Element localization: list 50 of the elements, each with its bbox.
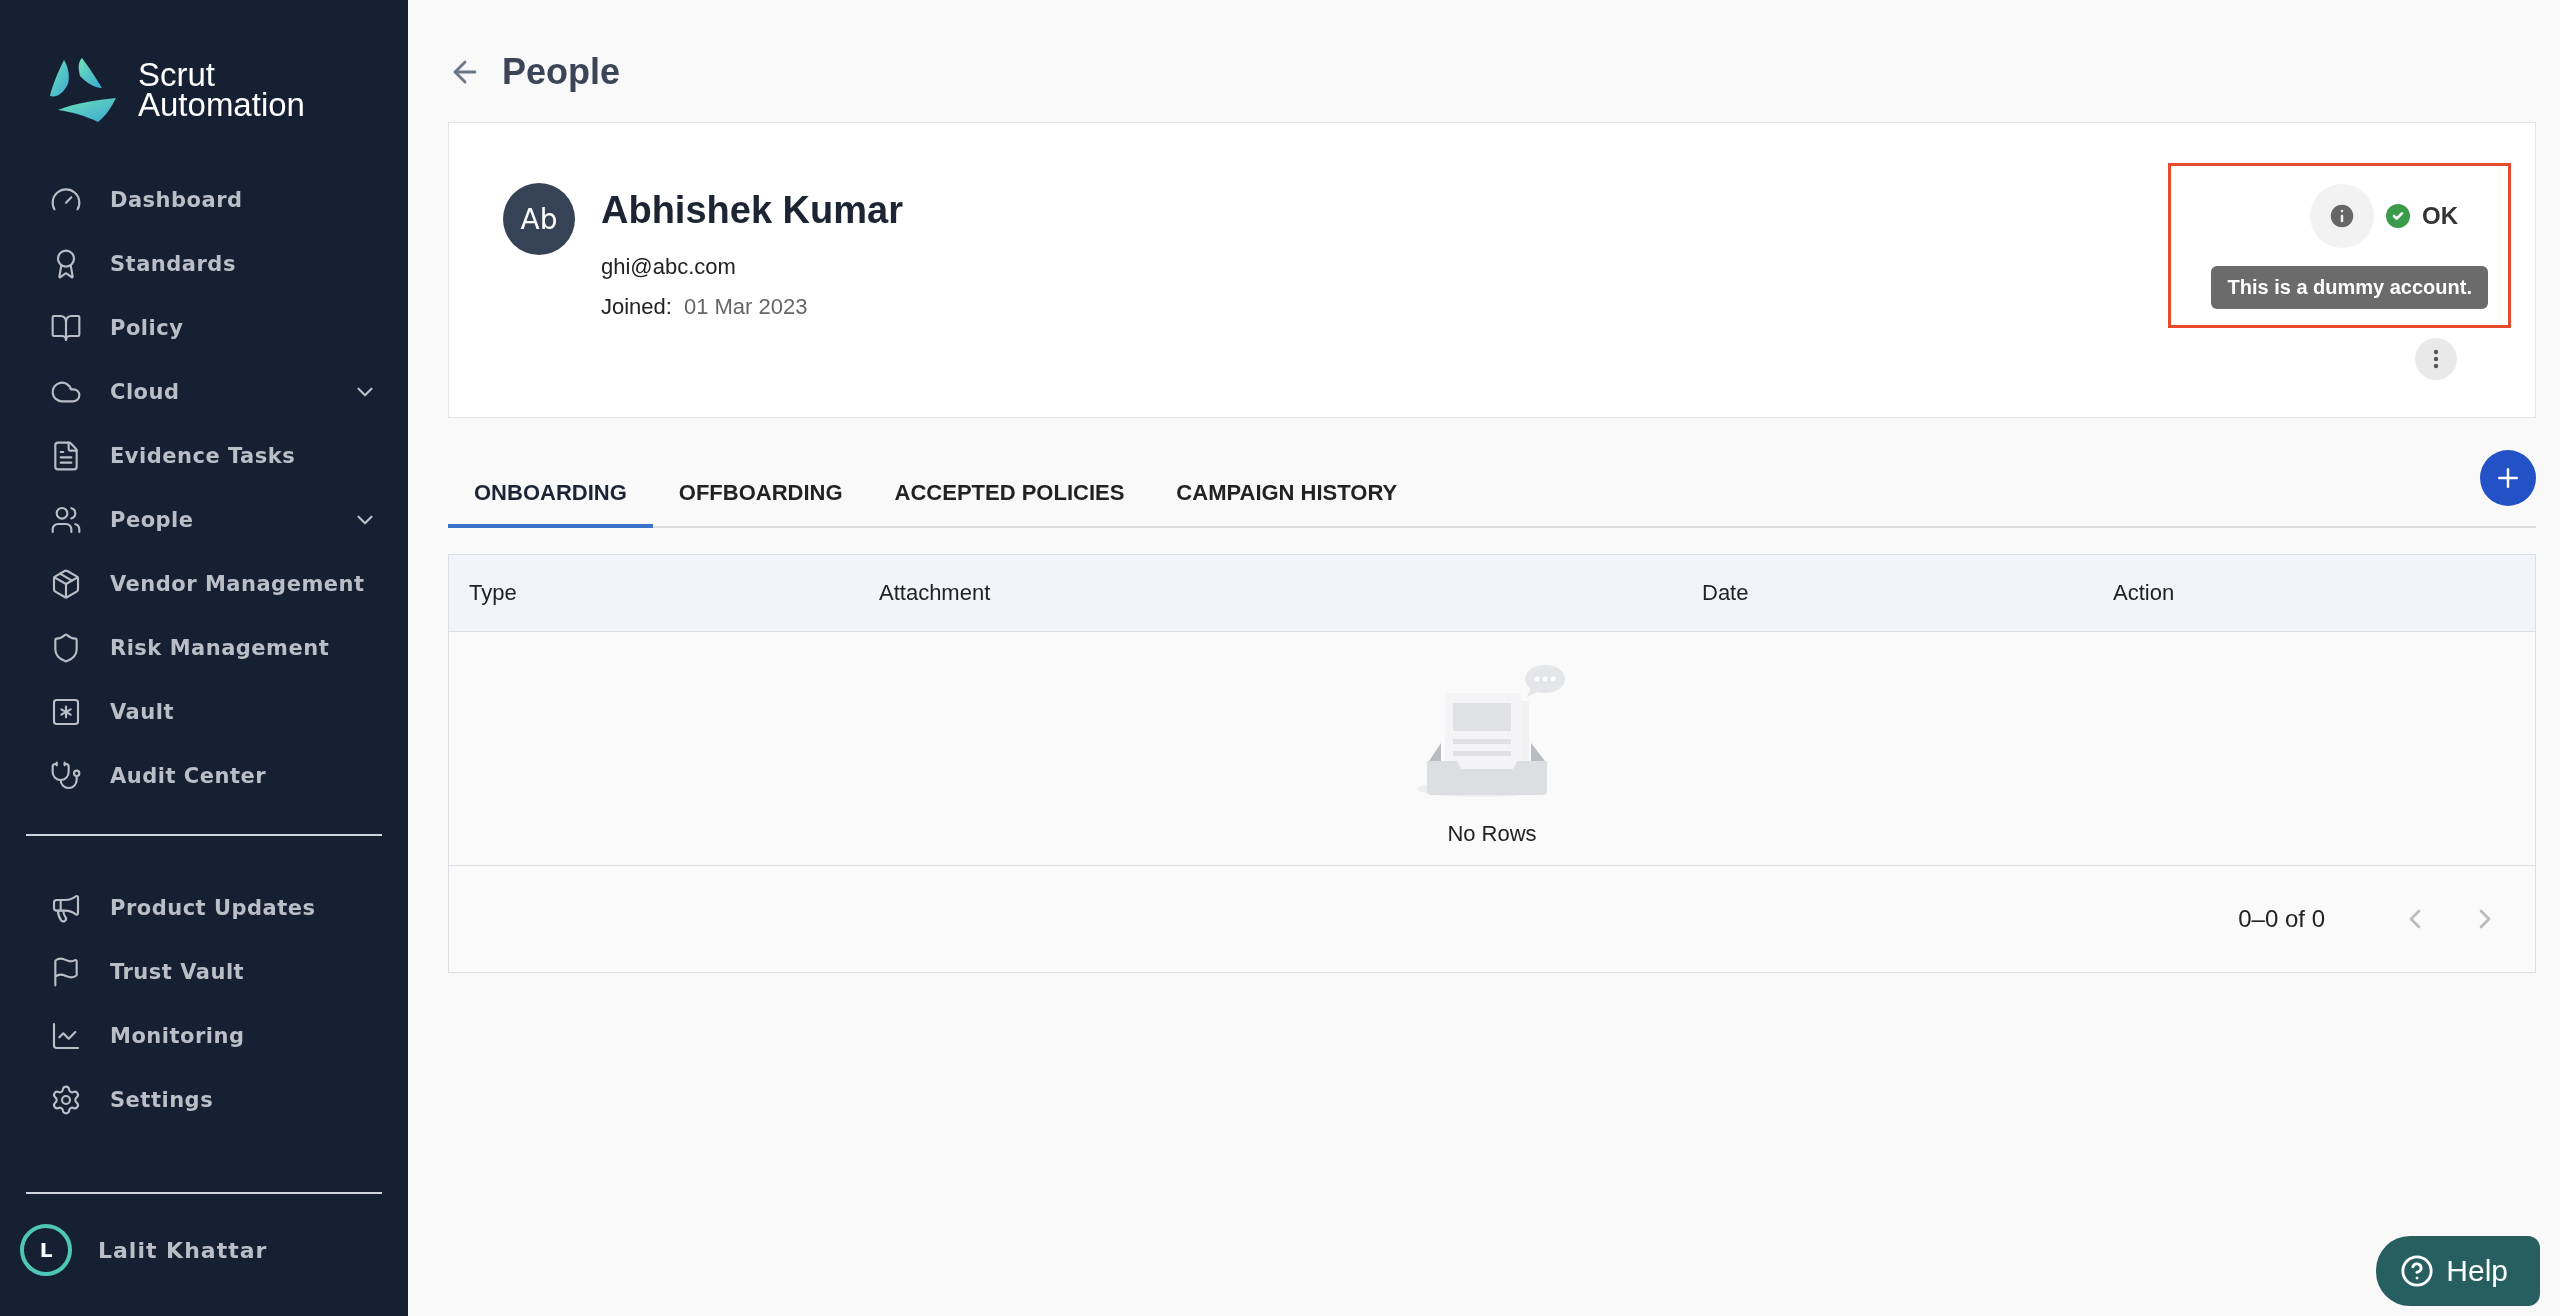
- tab[interactable]: OFFBOARDING: [652, 480, 869, 528]
- sidebar-item[interactable]: Audit Center: [0, 744, 408, 808]
- column-header: Action: [2112, 580, 2176, 606]
- sidebar-item[interactable]: Monitoring: [0, 1004, 408, 1068]
- sidebar-item[interactable]: Risk Management: [0, 616, 408, 680]
- sidebar-item[interactable]: Standards: [0, 232, 408, 296]
- tab[interactable]: ONBOARDING: [448, 480, 653, 528]
- sidebar-item[interactable]: People: [0, 488, 408, 552]
- logo-text: Scrut Automation: [138, 60, 305, 120]
- box-icon: [50, 568, 82, 600]
- stethoscope-icon: [50, 760, 82, 792]
- sidebar-item[interactable]: Policy: [0, 296, 408, 360]
- column-header: Attachment: [878, 580, 992, 606]
- pagination-text: 0–0 of 0: [2238, 905, 2325, 933]
- page-title: People: [502, 51, 621, 93]
- settings-icon: [50, 1084, 82, 1116]
- more-options-button[interactable]: [2415, 338, 2457, 380]
- info-icon: [2327, 201, 2357, 231]
- user-name: Lalit Khattar: [98, 1237, 268, 1263]
- profile-name: Abhishek Kumar: [601, 189, 903, 232]
- megaphone-icon: [50, 892, 82, 924]
- people-icon: [50, 504, 82, 536]
- sidebar-item[interactable]: Vault: [0, 680, 408, 744]
- sidebar-item[interactable]: Cloud: [0, 360, 408, 424]
- keyhole-icon: [50, 696, 82, 728]
- sidebar-item[interactable]: Settings: [0, 1068, 408, 1132]
- sidebar-item[interactable]: Dashboard: [0, 168, 408, 232]
- column-header: Type: [468, 580, 518, 606]
- more-icon: [2433, 349, 2439, 369]
- tooltip: This is a dummy account.: [2211, 266, 2488, 309]
- help-button[interactable]: Help: [2376, 1236, 2540, 1306]
- sidebar-item[interactable]: Vendor Management: [0, 552, 408, 616]
- profile-email: ghi@abc.com: [601, 254, 736, 280]
- column-header: Date: [1701, 580, 1750, 606]
- help-icon: [2400, 1254, 2435, 1288]
- sidebar-item[interactable]: Trust Vault: [0, 940, 408, 1004]
- user-avatar[interactable]: L: [20, 1224, 72, 1276]
- tab[interactable]: CAMPAIGN HISTORY: [1150, 480, 1424, 528]
- joined-label: Joined:: [601, 294, 672, 320]
- logo-icon: [50, 58, 118, 122]
- status-text: OK: [2422, 202, 2458, 230]
- line-chart-icon: [50, 1020, 82, 1052]
- book-icon: [50, 312, 82, 344]
- tab[interactable]: ACCEPTED POLICIES: [868, 480, 1151, 528]
- sidebar-item[interactable]: Product Updates: [0, 876, 408, 940]
- sidebar-item[interactable]: Evidence Tasks: [0, 424, 408, 488]
- add-button[interactable]: [2480, 450, 2536, 506]
- empty-message: No Rows: [1447, 821, 1537, 847]
- profile-avatar: Ab: [503, 183, 575, 255]
- joined-date: 01 Mar 2023: [683, 294, 808, 320]
